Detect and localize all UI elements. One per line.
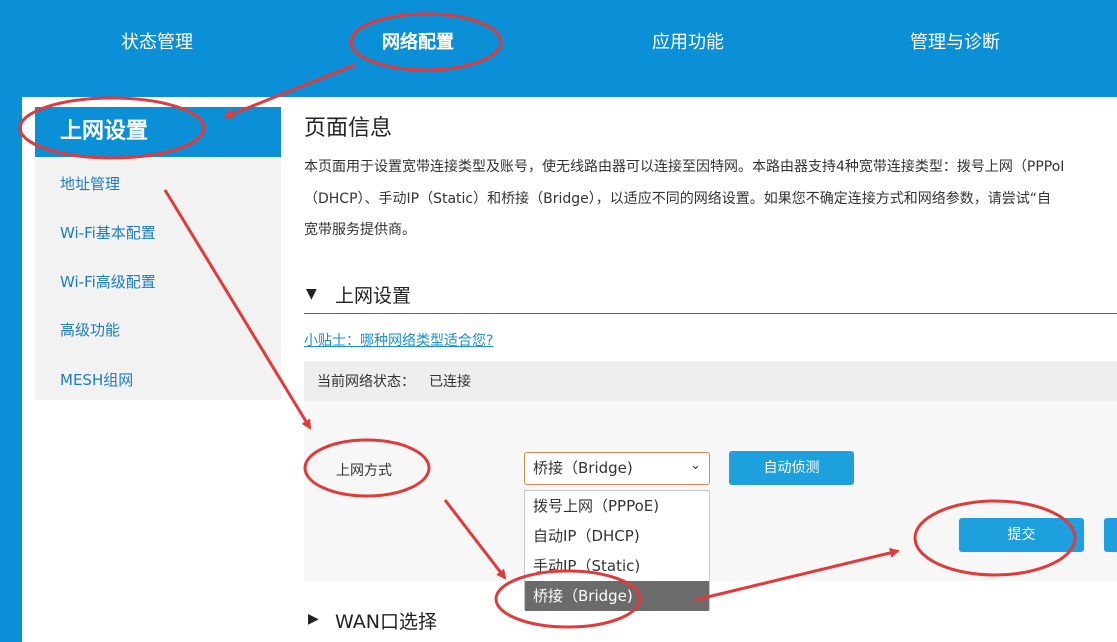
sidebar-item-wifi-basic[interactable]: Wi-Fi基本配置: [60, 222, 156, 243]
auto-detect-button[interactable]: 自动侦测: [729, 451, 854, 485]
section-wan-port-title[interactable]: WAN口选择: [335, 607, 437, 634]
section-internet-settings-title[interactable]: 上网设置: [335, 281, 411, 308]
option-static[interactable]: 手动IP（Static): [525, 551, 709, 581]
description-line-2: （DHCP）、手动IP（Static）和桥接（Bridge），以适应不同的网络设…: [304, 191, 1052, 207]
collapse-triangle-icon[interactable]: ▼: [306, 286, 317, 302]
status-bar: [304, 361, 1117, 401]
form-area: [304, 401, 1117, 581]
tip-link[interactable]: 小贴士：哪种网络类型适合您?: [304, 330, 493, 350]
status-label: 当前网络状态：: [317, 374, 415, 390]
expand-triangle-icon[interactable]: ▶: [308, 611, 319, 627]
description-line-1: 本页面用于设置宽带连接类型及账号，使无线路由器可以连接至因特网。本路由器支持4种…: [304, 159, 1065, 175]
option-pppoe[interactable]: 拨号上网（PPPoE): [525, 491, 709, 521]
section-divider: [304, 313, 1117, 314]
nav-management-diagnostics[interactable]: 管理与诊断: [910, 28, 1000, 54]
nav-network-config[interactable]: 网络配置: [382, 28, 454, 54]
connection-mode-label: 上网方式: [336, 463, 392, 479]
sidebar-item-address-management[interactable]: 地址管理: [60, 173, 120, 194]
submit-button[interactable]: 提交: [959, 518, 1084, 552]
sidebar-item-advanced-features[interactable]: 高级功能: [60, 319, 120, 340]
option-bridge[interactable]: 桥接（Bridge): [525, 581, 709, 611]
nav-status-management[interactable]: 状态管理: [121, 28, 193, 54]
extra-button[interactable]: [1104, 518, 1117, 552]
sidebar-item-internet-settings[interactable]: 上网设置: [35, 107, 281, 157]
option-dhcp[interactable]: 自动IP（DHCP): [525, 521, 709, 551]
sidebar-item-mesh[interactable]: MESH组网: [60, 369, 133, 390]
description-line-3: 宽带服务提供商。: [304, 222, 416, 238]
page-title: 页面信息: [304, 116, 393, 141]
status-value: 已连接: [429, 374, 471, 390]
sidebar-item-wifi-advanced[interactable]: Wi-Fi高级配置: [60, 271, 156, 292]
connection-mode-select[interactable]: 桥接（Bridge): [524, 452, 710, 485]
chevron-down-icon[interactable]: ⌄: [690, 458, 701, 473]
nav-app-features[interactable]: 应用功能: [652, 28, 724, 54]
